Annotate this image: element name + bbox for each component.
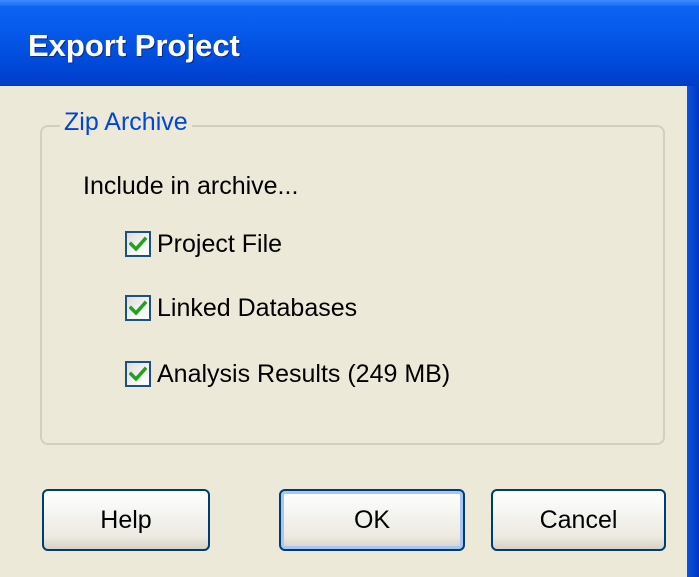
checkbox-label: Project File [157,229,283,258]
checkbox-box[interactable] [125,361,151,387]
checkmark-icon [129,300,147,316]
checkmark-icon [129,366,147,382]
export-project-dialog: Export Project Zip Archive Include in ar… [0,0,699,577]
checkmark-icon [129,236,147,252]
checkbox-box[interactable] [125,231,151,257]
window-frame-right [687,86,699,577]
include-caption: Include in archive... [83,172,299,200]
title-bar-highlight [0,0,699,6]
cancel-button[interactable]: Cancel [491,489,666,551]
checkbox-box[interactable] [125,295,151,321]
checkbox-label: Analysis Results (249 MB) [157,359,451,388]
ok-button[interactable]: OK [279,489,465,551]
groupbox-legend: Zip Archive [60,108,192,137]
checkbox-linked-databases[interactable]: Linked Databases [125,291,357,325]
help-button[interactable]: Help [42,489,210,551]
dialog-title: Export Project [28,28,240,63]
checkbox-analysis-results[interactable]: Analysis Results (249 MB) [125,357,450,391]
checkbox-label: Linked Databases [157,293,358,322]
title-bar[interactable]: Export Project [0,0,699,86]
checkbox-project-file[interactable]: Project File [125,227,282,261]
